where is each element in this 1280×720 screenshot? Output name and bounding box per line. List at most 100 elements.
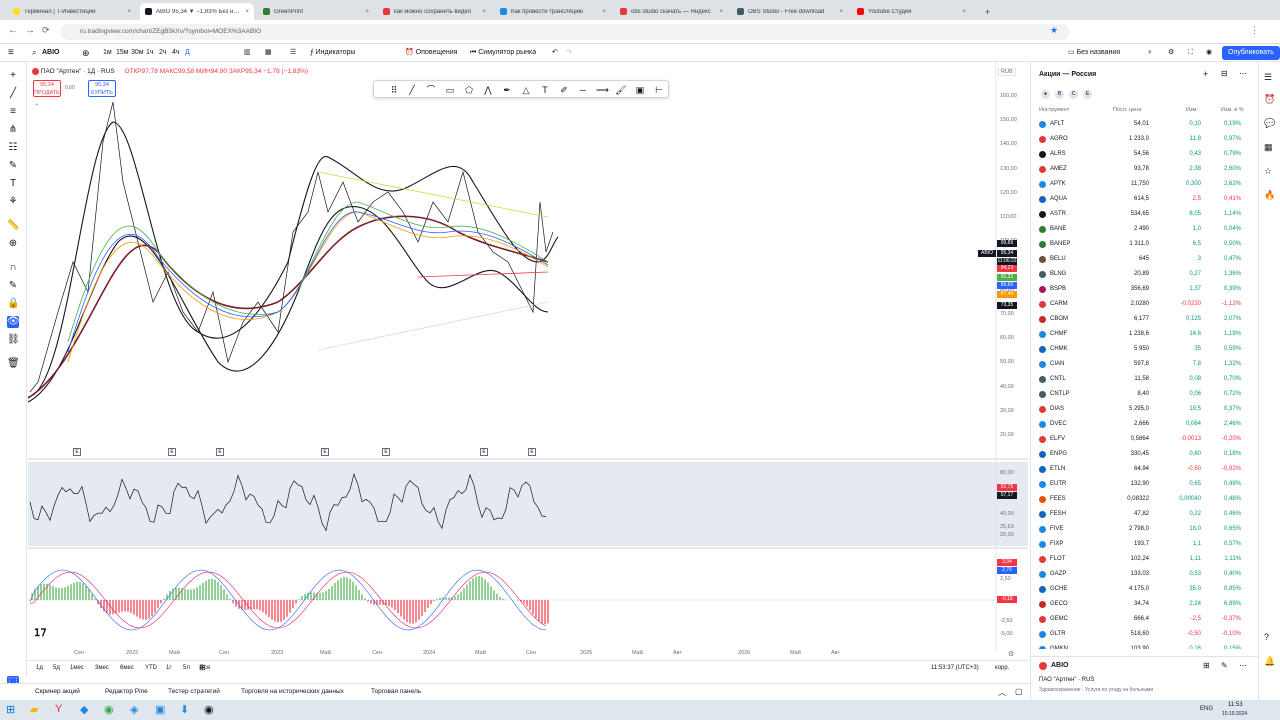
horizontal-lines-icon[interactable]: ≡	[7, 106, 19, 118]
browser-tab[interactable]: Как провести трансляцию ×	[495, 3, 611, 20]
earnings-marker-icon[interactable]: E	[321, 448, 329, 456]
tab-close-icon[interactable]: ×	[715, 9, 723, 15]
watchlist-row[interactable]: APTK 11,750 0,300 2,62%	[1031, 177, 1259, 192]
bookmark-star-icon[interactable]: ★	[1050, 25, 1058, 36]
browser-tab[interactable]: OBS Studio - Free download ×	[732, 3, 848, 20]
range-3[interactable]: 3мес	[95, 665, 109, 671]
calendar-icon[interactable]: ▦	[1264, 142, 1273, 153]
fib-icon[interactable]: ☷	[7, 142, 19, 154]
app-icon[interactable]: ◆	[80, 703, 88, 716]
taskbar-date[interactable]: 10.10.2024	[1222, 711, 1247, 717]
watchlist-row[interactable]: CARM 2,0280 -0,0230 -1,12%	[1031, 297, 1259, 312]
alerts-button[interactable]: ⏰ Оповещения	[405, 47, 457, 59]
earnings-marker-icon[interactable]: E	[168, 448, 176, 456]
tab-close-icon[interactable]: ×	[835, 9, 843, 15]
filter-e-icon[interactable]: E	[1083, 90, 1092, 99]
tab-close-icon[interactable]: ×	[123, 9, 131, 15]
watchlist-row[interactable]: FIVE 2 798,0 18,0 0,65%	[1031, 522, 1259, 537]
watchlist-row[interactable]: FESH 47,82 0,22 0,46%	[1031, 507, 1259, 522]
panel-tab-3[interactable]: Торговля на исторических данных	[241, 688, 344, 695]
compare-add-icon[interactable]: ⊕	[82, 47, 90, 59]
watchlist-row[interactable]: GMKN 103,90 0,16 0,15%	[1031, 642, 1259, 649]
path-icon[interactable]: ⌒	[425, 84, 437, 96]
text-tool-icon[interactable]: T	[539, 84, 551, 96]
measure-icon[interactable]: ⊢	[653, 84, 665, 96]
ruler-icon[interactable]: 📏	[7, 220, 19, 232]
browser-icon[interactable]: ◈	[130, 703, 138, 716]
tab-close-icon[interactable]: ×	[361, 9, 369, 15]
terminal-icon[interactable]: ▣	[155, 703, 165, 716]
browser-tab[interactable]: Терминал | Т‑Инвестиции ×	[8, 3, 136, 20]
watchlist-row[interactable]: FIXP 193,7 1,1 0,57%	[1031, 537, 1259, 552]
help-icon[interactable]: ?	[1264, 632, 1269, 642]
range-7[interactable]: 5л	[183, 665, 190, 671]
details-grid-icon[interactable]: ⊞	[1203, 661, 1210, 670]
search-icon[interactable]: ⌕	[32, 47, 36, 59]
notifications-icon[interactable]: 🔔	[1264, 656, 1275, 667]
watchlist-row[interactable]: GAZP 133,03 0,53 0,40%	[1031, 567, 1259, 582]
watchlist-row[interactable]: AMEZ 93,78 2,38 2,60%	[1031, 162, 1259, 177]
col-last[interactable]: Посл. цена	[1113, 107, 1141, 113]
indicators-button[interactable]: ⨍ Индикаторы	[310, 47, 355, 59]
lock-icon[interactable]: 🔒	[7, 298, 19, 310]
range-2[interactable]: 1мес	[70, 665, 84, 671]
browser-tab[interactable]: ABIO 95,34 ▼ −1,83% Без назв ×	[140, 3, 254, 20]
interval-0[interactable]: 1м	[103, 47, 112, 59]
taskbar-time[interactable]: 11:53	[1228, 702, 1243, 708]
candles-icon[interactable]: ☰	[290, 47, 296, 59]
undo-icon[interactable]: ↶	[552, 47, 558, 59]
windows-start-icon[interactable]: ⊞	[6, 703, 15, 716]
watchlist-row[interactable]: GECO 34,74 2,24 6,89%	[1031, 597, 1259, 612]
fullscreen-icon[interactable]: ⛶	[1188, 47, 1193, 59]
watchlist-layout-icon[interactable]: ⊟	[1221, 69, 1228, 78]
watchlist-row[interactable]: AFLT 54,01 0,10 0,19%	[1031, 117, 1259, 132]
buy-button[interactable]: 95,34 КУПИТЬ	[88, 80, 116, 97]
download-icon[interactable]: ⬇	[180, 703, 189, 716]
watchlist-more-icon[interactable]: ⋯	[1239, 69, 1247, 78]
earnings-marker-icon[interactable]: E	[382, 448, 390, 456]
watchlist-row[interactable]: CHMF 1 238,6 14,6 1,19%	[1031, 327, 1259, 342]
details-symbol[interactable]: ABIO	[1051, 662, 1069, 669]
watchlist-row[interactable]: ELFV 0,5864 -0,0013 -0,20%	[1031, 432, 1259, 447]
currency-label[interactable]: RUB	[998, 68, 1016, 76]
quick-search-icon[interactable]: ⌕	[1148, 47, 1152, 59]
col-change-pct[interactable]: Изм. в %	[1221, 107, 1244, 113]
url-field[interactable]: ru.tradingview.com/chart/ZEgB5kXv/?symbo…	[60, 24, 1070, 40]
horizontal-line-icon[interactable]: ─	[577, 84, 589, 96]
yandex-icon[interactable]: Y	[55, 703, 62, 715]
menu-icon[interactable]: ≡	[8, 47, 14, 59]
earnings-marker-icon[interactable]: E	[528, 448, 536, 456]
details-edit-icon[interactable]: ✎	[1221, 661, 1228, 670]
ray-icon[interactable]: ╱	[406, 84, 418, 96]
zoom-icon[interactable]: ⊕	[7, 238, 19, 250]
watchlist-row[interactable]: CNTLP 8,40 0,06 0,72%	[1031, 387, 1259, 402]
watchlist-row[interactable]: EUTR 132,90 0,65 0,49%	[1031, 477, 1259, 492]
range-6[interactable]: 1г	[166, 665, 172, 671]
watchlist-row[interactable]: DIAS 5 295,0 19,5 0,37%	[1031, 402, 1259, 417]
earnings-marker-icon[interactable]: E	[73, 448, 81, 456]
watchlist-row[interactable]: ETLN 64,94 -0,60 -0,92%	[1031, 462, 1259, 477]
watchlist-row[interactable]: ALRS 54,56 0,43 0,79%	[1031, 147, 1259, 162]
add-symbol-icon[interactable]: +	[1203, 69, 1208, 79]
range-4[interactable]: 6мес	[120, 665, 134, 671]
lock-drawings-icon[interactable]: ✎	[7, 280, 19, 292]
watchlist-row[interactable]: GEMC 666,4 -2,5 -0,37%	[1031, 612, 1259, 627]
reload-icon[interactable]: ⟳	[42, 25, 50, 36]
browser-tab[interactable]: как можно сохранить видео ×	[378, 3, 491, 20]
watchlist-row[interactable]: GLTR 518,60 -0,50 -0,10%	[1031, 627, 1259, 642]
earnings-marker-icon[interactable]: E	[480, 448, 488, 456]
watchlist-icon[interactable]: ☰	[1264, 72, 1272, 83]
range-5[interactable]: YTD	[145, 665, 157, 671]
interval-2[interactable]: 30м	[131, 47, 144, 59]
legend-title[interactable]: ПАО "Артген" · 1Д · RUS	[41, 68, 115, 75]
file-explorer-icon[interactable]: ▰	[30, 703, 38, 716]
watchlist-row[interactable]: GCHE 4 175,0 35,0 0,85%	[1031, 582, 1259, 597]
drag-handle-icon[interactable]: ⠿	[388, 84, 400, 96]
magnet-icon[interactable]: ∩	[7, 262, 19, 274]
hotlists-icon[interactable]: 🔥	[1264, 190, 1275, 201]
eyedropper-icon[interactable]: ✐	[558, 84, 570, 96]
watchlist-row[interactable]: CIAN 597,8 7,8 1,32%	[1031, 357, 1259, 372]
watchlist-row[interactable]: ENPG 330,45 0,60 0,18%	[1031, 447, 1259, 462]
new-tab-icon[interactable]: +	[980, 3, 995, 20]
watchlist-row[interactable]: BANE 2 490 1,0 0,04%	[1031, 222, 1259, 237]
